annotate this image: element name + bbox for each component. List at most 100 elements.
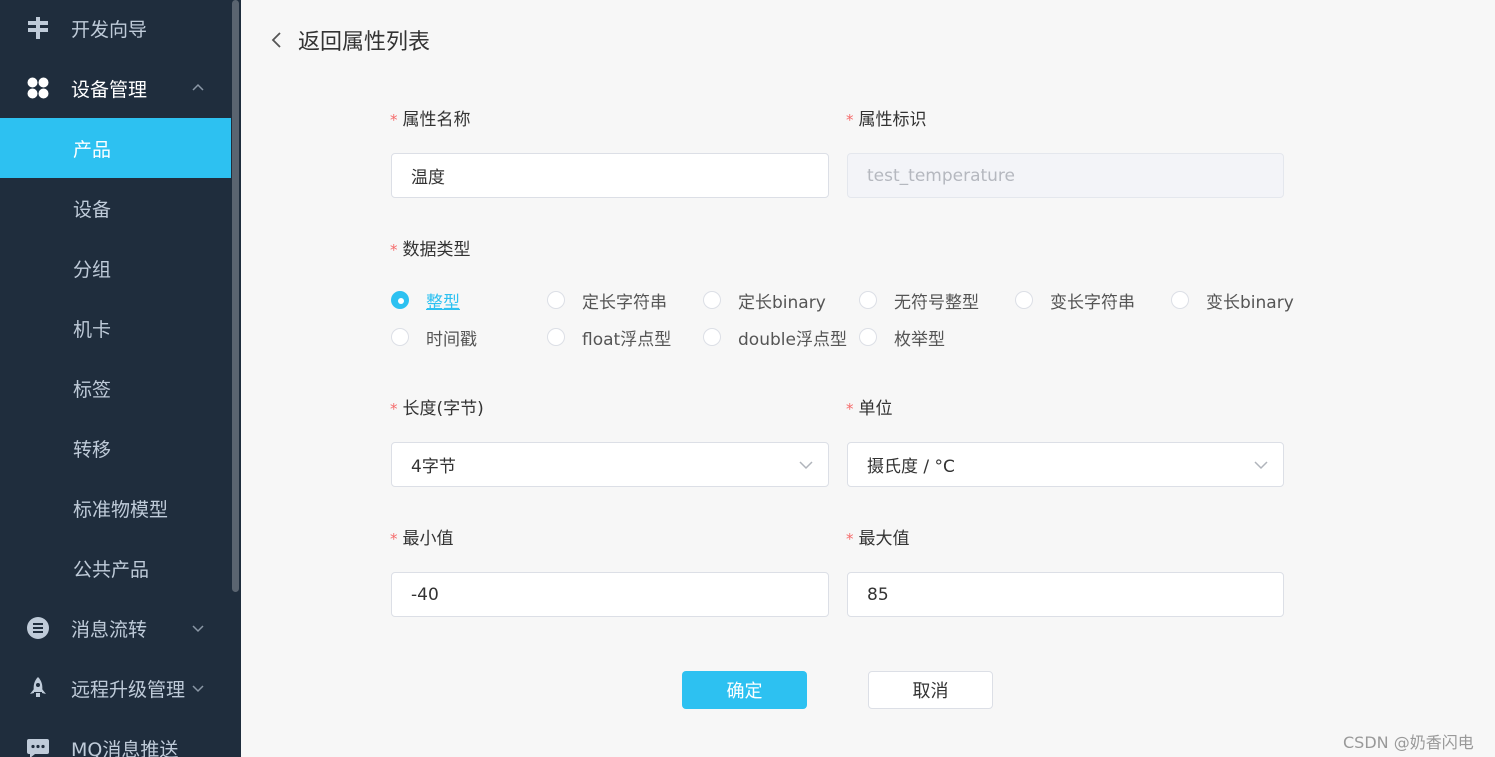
data-type-label: * 数据类型 (390, 235, 471, 260)
watermark: CSDN @奶香闪电 (1343, 733, 1474, 752)
chevron-down-icon (1254, 461, 1268, 470)
sidebar-item-device[interactable]: 设备 (0, 178, 231, 238)
input-value: 温度 (411, 168, 445, 188)
radio-dot (547, 291, 565, 309)
sidebar-item-product[interactable]: 产品 (0, 118, 231, 178)
radio-label: 整型 (426, 292, 460, 313)
radio-fixed-binary[interactable]: 定长binary (703, 289, 826, 313)
rocket-icon (26, 676, 50, 700)
radio-label: 枚举型 (894, 329, 945, 350)
required-mark: * (846, 530, 854, 548)
radio-label: 无符号整型 (894, 292, 979, 313)
label-text: 长度(字节) (402, 399, 484, 419)
confirm-button[interactable]: 确定 (682, 671, 807, 709)
radio-dot (547, 328, 565, 346)
unit-label: * 单位 (846, 394, 893, 419)
required-mark: * (390, 111, 398, 129)
length-select[interactable]: 4字节 (391, 442, 829, 487)
nav-group-device-management[interactable]: 设备管理 (0, 58, 231, 118)
back-to-attribute-list[interactable]: 返回属性列表 (268, 22, 430, 58)
length-label: * 长度(字节) (390, 394, 484, 419)
radio-enum[interactable]: 枚举型 (859, 326, 945, 350)
select-value: 4字节 (411, 457, 456, 477)
min-label: * 最小值 (390, 524, 454, 549)
grid-icon (26, 76, 50, 100)
chevron-left-icon (271, 32, 281, 48)
select-value: 摄氏度 / °C (867, 457, 955, 477)
required-mark: * (390, 241, 398, 259)
radio-label: double浮点型 (738, 329, 847, 350)
radio-var-binary[interactable]: 变长binary (1171, 289, 1294, 313)
sidebar-item-label: 产品 (73, 138, 112, 161)
attr-id-label: * 属性标识 (846, 105, 927, 130)
nav-group-label: MQ消息推送 (71, 738, 179, 757)
sidebar-scrollbar[interactable] (231, 0, 241, 757)
sidebar-item-standard-model[interactable]: 标准物模型 (0, 478, 231, 538)
radio-unsigned-int[interactable]: 无符号整型 (859, 289, 979, 313)
required-mark: * (390, 530, 398, 548)
sidebar-item-public-product[interactable]: 公共产品 (0, 538, 231, 598)
chevron-down-icon (799, 461, 813, 470)
label-text: 最小值 (402, 529, 454, 549)
input-value: -40 (411, 584, 439, 605)
radio-dot (1171, 291, 1189, 309)
nav-group-mq-push[interactable]: MQ消息推送 (0, 718, 231, 757)
radio-int[interactable]: 整型 (391, 289, 460, 313)
radio-fixed-string[interactable]: 定长字符串 (547, 289, 667, 313)
nav-group-label: 设备管理 (71, 78, 148, 101)
radio-var-string[interactable]: 变长字符串 (1015, 289, 1135, 313)
sidebar-item-tag[interactable]: 标签 (0, 358, 231, 418)
nav-group-label: 消息流转 (71, 618, 148, 641)
radio-dot (1015, 291, 1033, 309)
radio-label: 定长binary (738, 292, 826, 313)
nav-group-dev-guide[interactable]: 开发向导 (0, 0, 231, 58)
radio-timestamp[interactable]: 时间戳 (391, 326, 477, 350)
attr-name-label: * 属性名称 (390, 105, 471, 130)
radio-label: 时间戳 (426, 329, 477, 350)
sidebar-item-card[interactable]: 机卡 (0, 298, 231, 358)
radio-dot (703, 328, 721, 346)
radio-label: 变长binary (1206, 292, 1294, 313)
radio-label: float浮点型 (582, 329, 672, 350)
nav-group-message-flow[interactable]: 消息流转 (0, 598, 231, 658)
radio-dot (391, 328, 409, 346)
signpost-icon (26, 16, 50, 40)
radio-label: 变长字符串 (1050, 292, 1135, 313)
label-text: 属性标识 (858, 110, 927, 130)
nav-group-remote-upgrade[interactable]: 远程升级管理 (0, 658, 231, 718)
required-mark: * (390, 400, 398, 418)
cancel-button[interactable]: 取消 (868, 671, 993, 709)
back-label: 返回属性列表 (298, 30, 431, 55)
sidebar-item-transfer[interactable]: 转移 (0, 418, 231, 478)
label-text: 属性名称 (402, 110, 471, 130)
message-icon (26, 616, 50, 640)
chevron-down-icon (192, 685, 204, 693)
sidebar-item-label: 机卡 (73, 318, 112, 341)
sidebar-item-group[interactable]: 分组 (0, 238, 231, 298)
required-mark: * (846, 400, 854, 418)
nav-group-label: 远程升级管理 (71, 678, 186, 701)
radio-double[interactable]: double浮点型 (703, 326, 847, 350)
sidebar-item-label: 设备 (73, 198, 112, 221)
sidebar-item-label: 标签 (73, 378, 112, 401)
chat-icon (26, 736, 50, 757)
min-input[interactable]: -40 (391, 572, 829, 617)
attr-name-input[interactable]: 温度 (391, 153, 829, 198)
radio-dot (859, 328, 877, 346)
radio-dot (703, 291, 721, 309)
required-mark: * (846, 111, 854, 129)
radio-float[interactable]: float浮点型 (547, 326, 672, 350)
label-text: 数据类型 (402, 240, 471, 260)
input-value: 85 (867, 584, 889, 605)
attr-id-input[interactable]: test_temperature (847, 153, 1284, 198)
max-label: * 最大值 (846, 524, 910, 549)
radio-label: 定长字符串 (582, 292, 667, 313)
sidebar-item-label: 标准物模型 (73, 498, 169, 521)
scrollbar-thumb[interactable] (232, 0, 239, 592)
radio-dot (859, 291, 877, 309)
sidebar-item-label: 公共产品 (73, 558, 150, 581)
label-text: 单位 (858, 399, 893, 419)
max-input[interactable]: 85 (847, 572, 1284, 617)
chevron-up-icon (192, 83, 204, 91)
unit-select[interactable]: 摄氏度 / °C (847, 442, 1284, 487)
